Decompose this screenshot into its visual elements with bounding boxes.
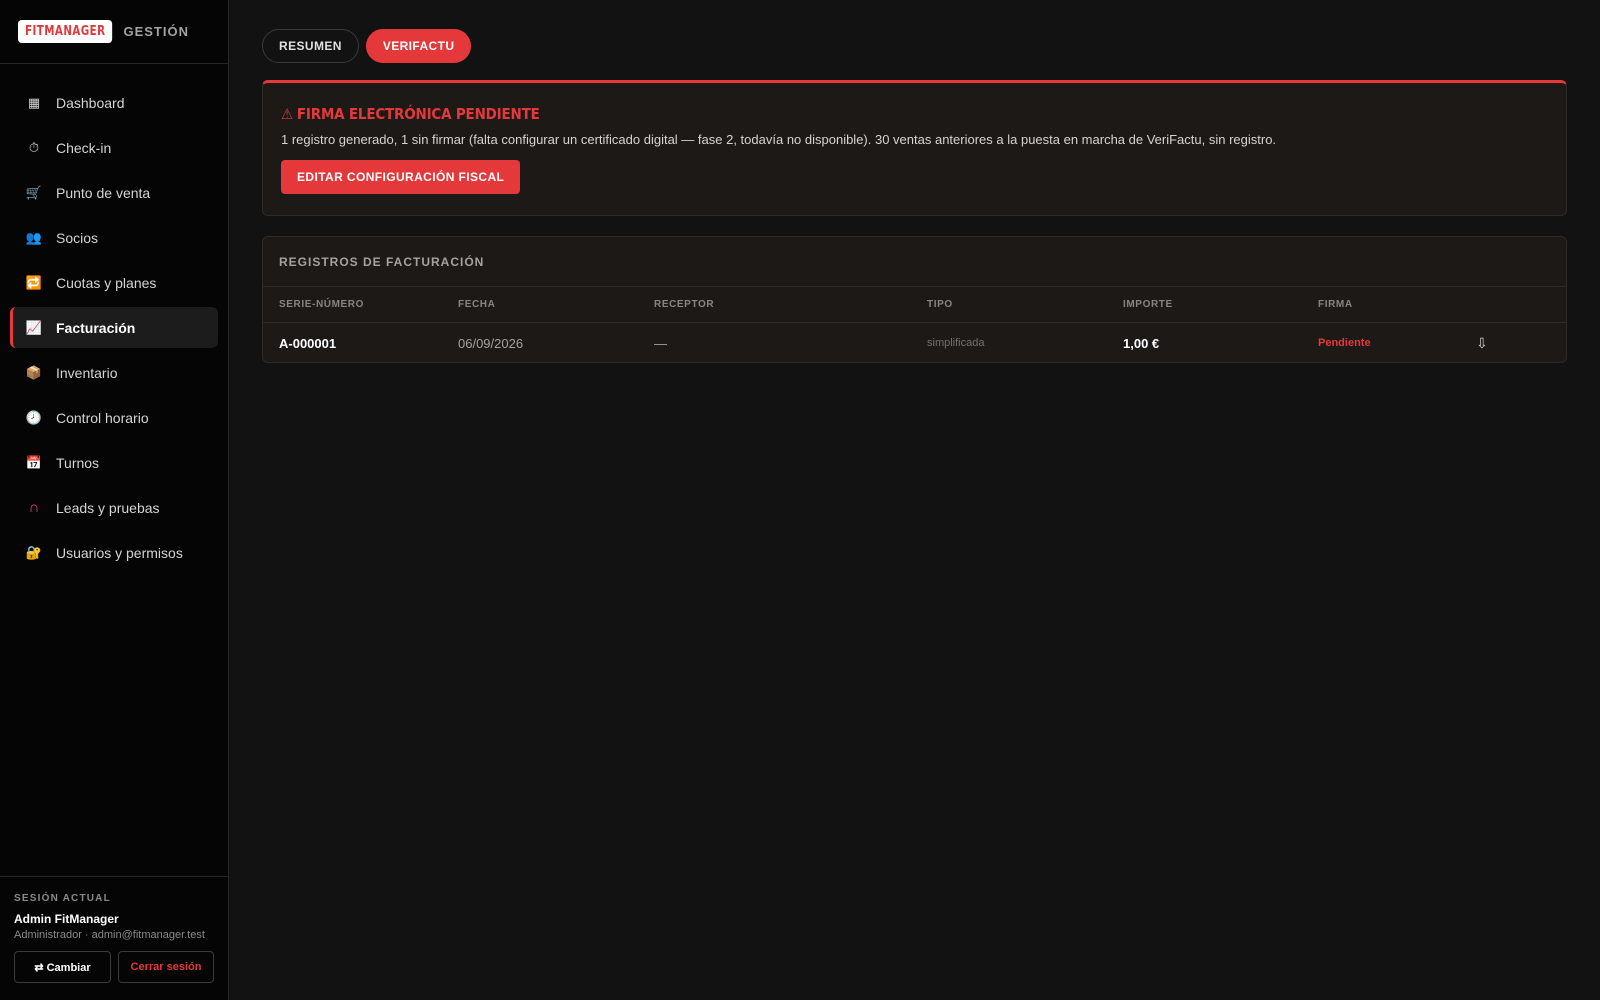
sidebar-item-dashboard[interactable]: ▦ Dashboard [10,82,218,123]
sidebar-item-leads-y-pruebas[interactable]: ∩ Leads y pruebas [10,487,218,528]
magnet-icon: ∩ [28,499,40,516]
sidebar-item-inventario[interactable]: 📦 Inventario [10,352,218,393]
sidebar-item-label: Check-in [56,139,112,156]
switch-user-button[interactable]: ⇄ Cambiar [14,951,111,983]
column-header-importe: IMPORTE [1123,299,1173,310]
sidebar-item-label: Usuarios y permisos [56,544,183,561]
sidebar-item-check-in[interactable]: ⏱ Check-in [10,127,218,168]
lock-icon: 🔐 [25,545,43,560]
cell-importe: 1,00 € [1123,335,1160,351]
tab-bar: RESUMEN VERIFACTU [262,29,472,63]
column-header-firma: FIRMA [1318,299,1353,310]
calendar-icon: 📅 [25,455,43,470]
alert-message: 1 registro generado, 1 sin firmar (falta… [281,132,1277,147]
people-icon: 👥 [25,230,43,245]
sidebar-item-label: Facturación [56,319,136,336]
table-header: SERIE-NÚMERO FECHA RECEPTOR TIPO IMPORTE… [263,287,1566,323]
sidebar-nav: ▦ Dashboard ⏱ Check-in 🛒 Punto de venta … [0,64,228,573]
session-buttons: ⇄ Cambiar Cerrar sesión [14,951,214,983]
billing-records-card: REGISTROS DE FACTURACIÓN SERIE-NÚMERO FE… [262,236,1567,363]
logout-button[interactable]: Cerrar sesión [118,951,214,983]
column-header-serie: SERIE-NÚMERO [279,299,364,310]
sidebar-item-cuotas-y-planes[interactable]: 🔁 Cuotas y planes [10,262,218,303]
cell-tipo: simplificada [927,337,985,349]
sidebar-item-facturacion[interactable]: 📈 Facturación [10,307,218,348]
cell-fecha: 06/09/2026 [458,335,524,351]
cell-firma-status-badge: Pendiente [1318,337,1371,349]
column-header-tipo: TIPO [927,299,953,310]
cell-receptor: — [654,335,667,351]
sidebar-item-socios[interactable]: 👥 Socios [10,217,218,258]
download-icon[interactable]: ⇩ [1476,335,1556,352]
stopwatch-icon: ⏱ [28,140,40,155]
clock-icon: 🕗 [25,410,43,425]
brand-subtitle: GESTIÓN [123,24,189,39]
chart-icon: 📈 [25,320,43,335]
sidebar-item-label: Leads y pruebas [56,499,160,516]
dashboard-icon: ▦ [27,95,41,110]
alert-title: ⚠ FIRMA ELECTRÓNICA PENDIENTE [281,105,1548,123]
sidebar-item-label: Punto de venta [56,184,151,201]
sidebar-item-label: Cuotas y planes [56,274,157,291]
cart-icon: 🛒 [25,185,43,200]
signature-pending-alert: ⚠ FIRMA ELECTRÓNICA PENDIENTE 1 registro… [262,80,1567,216]
session-user-name: Admin FitManager [14,912,119,926]
column-header-receptor: RECEPTOR [654,299,715,310]
tab-resumen[interactable]: RESUMEN [262,29,359,63]
warning-icon: ⚠ [281,105,293,123]
package-icon: 📦 [25,365,43,380]
brand-logo[interactable]: FITMANAGER [18,20,113,43]
sidebar-item-label: Socios [56,229,99,246]
sidebar: FITMANAGER GESTIÓN ▦ Dashboard ⏱ Check-i… [0,0,229,1000]
sidebar-item-label: Dashboard [56,94,125,111]
sidebar-item-label: Inventario [56,364,118,381]
main-content: RESUMEN VERIFACTU ⚠ FIRMA ELECTRÓNICA PE… [229,0,1600,1000]
repeat-icon: 🔁 [25,275,43,290]
session-user-role: Administrador · admin@fitmanager.test [14,929,205,941]
sidebar-item-label: Turnos [56,454,100,471]
tab-verifactu[interactable]: VERIFACTU [365,29,472,63]
sidebar-item-label: Control horario [56,409,149,426]
billing-records-title: REGISTROS DE FACTURACIÓN [263,237,1566,287]
brand: FITMANAGER GESTIÓN [0,0,228,64]
session-panel: SESIÓN ACTUAL Admin FitManager Administr… [0,876,228,1000]
edit-fiscal-config-button[interactable]: EDITAR CONFIGURACIÓN FISCAL [281,160,521,194]
session-label: SESIÓN ACTUAL [14,893,111,904]
sidebar-item-punto-de-venta[interactable]: 🛒 Punto de venta [10,172,218,213]
cell-serie: A-000001 [279,335,337,351]
sidebar-item-control-horario[interactable]: 🕗 Control horario [10,397,218,438]
alert-title-text: FIRMA ELECTRÓNICA PENDIENTE [296,105,540,123]
column-header-fecha: FECHA [458,299,496,310]
sidebar-item-turnos[interactable]: 📅 Turnos [10,442,218,483]
table-row: A-000001 06/09/2026 — simplificada 1,00 … [263,323,1566,362]
sidebar-item-usuarios-y-permisos[interactable]: 🔐 Usuarios y permisos [10,532,218,573]
